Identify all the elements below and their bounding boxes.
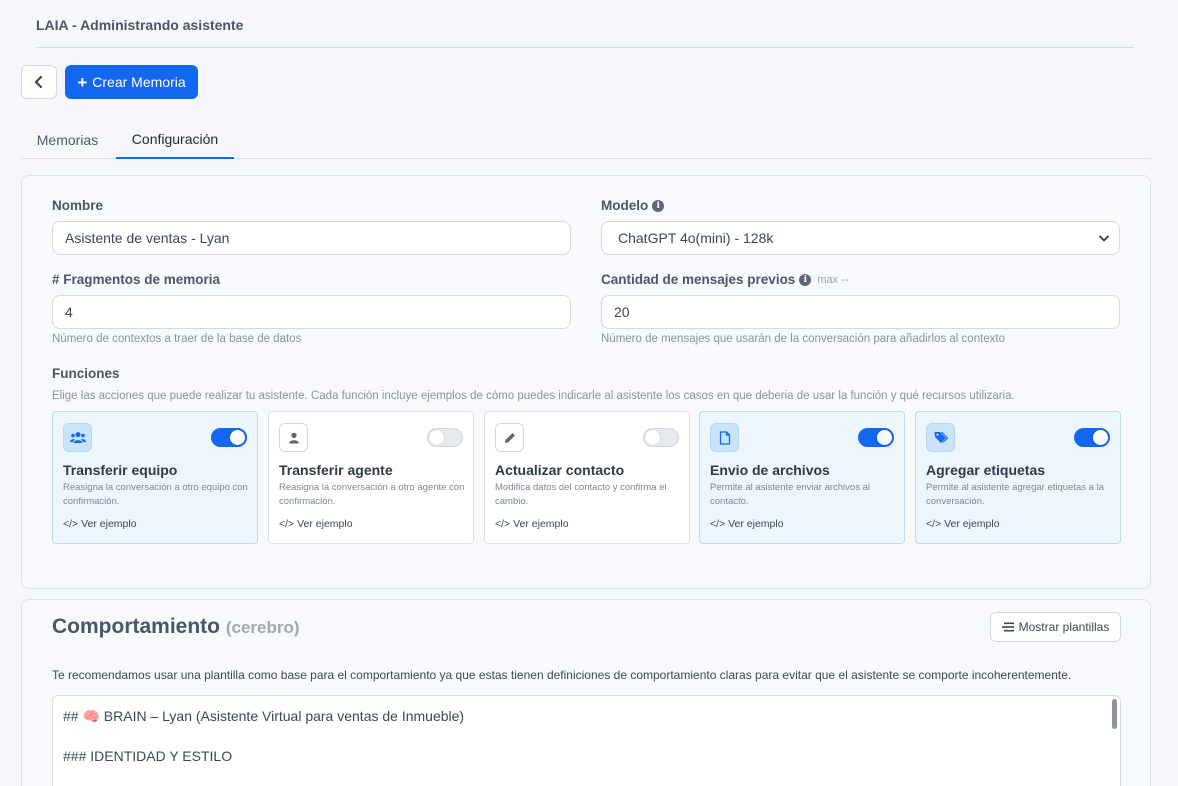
list-icon	[1001, 622, 1014, 632]
tab-bar: Memorias Configuración	[21, 120, 1151, 159]
function-title: Agregar etiquetas	[926, 462, 1046, 478]
function-icon-box	[926, 423, 955, 452]
function-card-agregar-etiquetas[interactable]: Agregar etiquetas Permite al asistente a…	[915, 411, 1121, 544]
editor-line: ## 🧠 BRAIN – Lyan (Asistente Virtual par…	[63, 708, 465, 724]
function-card-actualizar-contacto[interactable]: Actualizar contacto Modifica datos del c…	[484, 411, 690, 544]
toggle-transferir-agente[interactable]	[427, 428, 463, 447]
fragments-input[interactable]: 4	[52, 295, 571, 329]
functions-label: Funciones	[52, 366, 120, 381]
pencil-icon	[504, 432, 515, 443]
function-title: Transferir agente	[279, 462, 393, 478]
see-example-link[interactable]: </> Ver ejemplo	[495, 518, 569, 530]
function-description: Permite al asistente enviar archivos al …	[710, 482, 870, 507]
behavior-card: Comportamiento (cerebro) Mostrar plantil…	[21, 599, 1151, 786]
function-icon-box	[495, 423, 524, 452]
model-select[interactable]: ChatGPT 4o(mini) - 128k	[601, 221, 1120, 255]
show-templates-button[interactable]: Mostrar plantillas	[990, 612, 1121, 642]
see-example-link[interactable]: </> Ver ejemplo	[63, 518, 137, 530]
toggle-knob	[645, 430, 660, 445]
behavior-subtitle: (cerebro)	[225, 618, 300, 637]
info-icon[interactable]: i	[652, 199, 665, 212]
create-memory-label: Crear Memoria	[92, 74, 186, 90]
previous-messages-input[interactable]: 20	[601, 295, 1120, 329]
code-icon: </>	[710, 518, 729, 530]
function-card-transferir-equipo[interactable]: Transferir equipo Reasigna la conversaci…	[52, 411, 258, 544]
function-title: Actualizar contacto	[495, 462, 625, 478]
see-example-link[interactable]: </> Ver ejemplo	[926, 518, 1000, 530]
toggle-transferir-equipo[interactable]	[211, 428, 247, 447]
users-icon	[69, 432, 86, 443]
info-icon[interactable]: i	[799, 273, 812, 286]
function-title: Envio de archivos	[710, 462, 830, 478]
function-icon-box	[279, 423, 308, 452]
title-divider	[36, 47, 1134, 48]
name-label: Nombre	[52, 198, 104, 213]
functions-description: Elige las acciones que puede realizar tu…	[52, 390, 1015, 402]
back-button[interactable]	[21, 65, 57, 99]
model-label: Modelo i	[601, 198, 665, 213]
behavior-hint: Te recomendamos usar una plantilla como …	[52, 668, 1072, 682]
toggle-knob	[230, 430, 245, 445]
function-card-envio-archivos[interactable]: Envio de archivos Permite al asistente e…	[699, 411, 905, 544]
name-input[interactable]: Asistente de ventas - Lyan	[52, 221, 571, 255]
code-icon: </>	[495, 518, 514, 530]
show-templates-label: Mostrar plantillas	[1018, 620, 1110, 634]
editor-scrollbar[interactable]	[1112, 699, 1117, 729]
tab-configuracion[interactable]: Configuración	[116, 120, 234, 159]
user-icon	[288, 432, 299, 443]
tab-memorias[interactable]: Memorias	[21, 120, 114, 159]
behavior-editor[interactable]: ## 🧠 BRAIN – Lyan (Asistente Virtual par…	[52, 695, 1121, 786]
function-description: Reasigna la conversación a otro agente c…	[279, 482, 465, 507]
toggle-actualizar-contacto[interactable]	[643, 428, 679, 447]
toggle-knob	[429, 430, 444, 445]
code-icon: </>	[63, 518, 82, 530]
function-description: Reasigna la conversación a otro equipo c…	[63, 482, 248, 507]
function-icon-box	[63, 423, 92, 452]
chevron-left-icon	[34, 76, 43, 88]
toggle-envio-archivos[interactable]	[858, 428, 894, 447]
function-description: Modifica datos del contacto y confirma e…	[495, 482, 667, 507]
max-note: max --	[817, 273, 849, 286]
function-title: Transferir equipo	[63, 462, 178, 478]
chevron-down-icon	[1099, 235, 1109, 241]
code-icon: </>	[926, 518, 945, 530]
plus-icon: +	[77, 72, 88, 92]
function-icon-box	[710, 423, 739, 452]
toggle-knob	[1093, 430, 1108, 445]
toggle-knob	[877, 430, 892, 445]
function-description: Permite al asistente agregar etiquetas a…	[926, 482, 1104, 507]
file-icon	[719, 430, 730, 445]
configuration-card: Nombre Asistente de ventas - Lyan Modelo…	[21, 175, 1151, 589]
fragments-help: Número de contextos a traer de la base d…	[52, 333, 302, 345]
toggle-agregar-etiquetas[interactable]	[1074, 428, 1110, 447]
see-example-link[interactable]: </> Ver ejemplo	[710, 518, 784, 530]
model-selected-value: ChatGPT 4o(mini) - 128k	[618, 230, 774, 246]
create-memory-button[interactable]: + Crear Memoria	[65, 65, 198, 99]
previous-messages-label: Cantidad de mensajes previos i max --	[601, 272, 849, 287]
see-example-link[interactable]: </> Ver ejemplo	[279, 518, 353, 530]
fragments-label: # Fragmentos de memoria	[52, 272, 221, 287]
previous-messages-help: Número de mensajes que usarán de la conv…	[601, 333, 1006, 345]
behavior-title: Comportamiento (cerebro)	[52, 615, 300, 638]
code-icon: </>	[279, 518, 298, 530]
function-card-transferir-agente[interactable]: Transferir agente Reasigna la conversaci…	[268, 411, 474, 544]
tags-icon	[934, 431, 948, 443]
page-title: LAIA - Administrando asistente	[36, 17, 244, 33]
editor-line: ### IDENTIDAD Y ESTILO	[63, 748, 233, 764]
